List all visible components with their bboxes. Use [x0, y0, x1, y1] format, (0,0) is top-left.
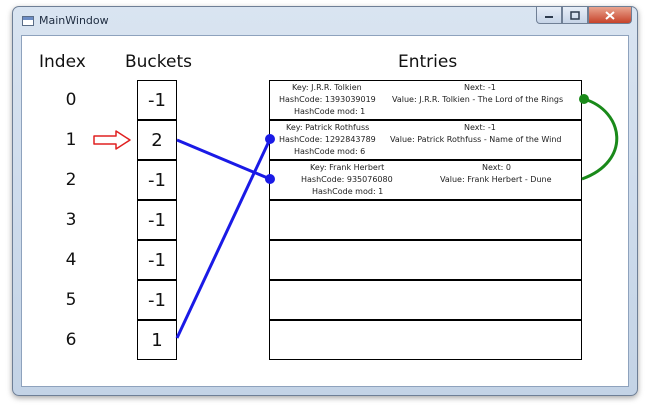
index-label: 2: [65, 170, 77, 190]
entry-cell: [269, 320, 582, 360]
entry-cell: [269, 200, 582, 240]
bucket-cell: 1: [137, 320, 177, 360]
index-label: 5: [65, 290, 77, 310]
main-window: MainWindow Index Buckets Entries 0 1 2 3…: [12, 6, 638, 396]
entries-header: Entries: [398, 52, 458, 72]
client-area: Index Buckets Entries 0 1 2 3 4 5 6 -1 2…: [21, 35, 629, 387]
entry-key: Key: J.R.R. Tolkien: [292, 83, 362, 92]
entry-next: Next: -1: [464, 123, 496, 132]
entry-next: Next: -1: [464, 83, 496, 92]
entry-cell: [269, 240, 582, 280]
maximize-button[interactable]: [562, 7, 588, 24]
minimize-icon: [545, 16, 553, 18]
index-label: 0: [65, 90, 77, 110]
index-label: 1: [65, 130, 77, 150]
bucket-cell: -1: [137, 280, 177, 320]
bucket-link-line: [175, 138, 272, 339]
entry-value: Value: J.R.R. Tolkien - The Lord of the …: [392, 95, 564, 104]
next-link-curve: [581, 97, 619, 181]
close-icon: [605, 10, 615, 20]
caption-buttons: [536, 7, 632, 26]
entry-cell: Key: Frank Herbert Next: 0 HashCode: 935…: [269, 160, 582, 200]
buckets-header: Buckets: [125, 52, 193, 72]
entry-value: Value: Frank Herbert - Dune: [440, 175, 552, 184]
entry-hashcode-mod: HashCode mod: 6: [294, 147, 366, 156]
bucket-cell: -1: [137, 160, 177, 200]
entry-next: Next: 0: [482, 163, 511, 172]
entry-hashcode: HashCode: 1292843789: [279, 135, 376, 144]
index-label: 4: [65, 250, 77, 270]
index-label: 3: [65, 210, 77, 230]
entry-hashcode-mod: HashCode mod: 1: [312, 187, 384, 196]
entry-hashcode: HashCode: 1393039019: [279, 95, 376, 104]
entry-cell: Key: J.R.R. Tolkien Next: -1 HashCode: 1…: [269, 80, 582, 120]
bucket-cell: -1: [137, 80, 177, 120]
app-icon: [22, 16, 34, 26]
minimize-button[interactable]: [536, 7, 562, 24]
entry-key: Key: Patrick Rothfuss: [286, 123, 370, 132]
entry-hashcode: HashCode: 935076080: [301, 175, 393, 184]
entry-key: Key: Frank Herbert: [310, 163, 385, 172]
index-header: Index: [39, 52, 86, 72]
entry-cell: [269, 280, 582, 320]
bucket-cell: -1: [137, 200, 177, 240]
red-arrow-icon: [93, 130, 131, 150]
close-button[interactable]: [588, 7, 632, 24]
window-title: MainWindow: [39, 14, 109, 27]
entry-hashcode-mod: HashCode mod: 1: [294, 107, 366, 116]
bucket-cell: 2: [137, 120, 177, 160]
bucket-link-line: [176, 138, 271, 181]
maximize-icon: [570, 10, 580, 20]
bucket-cell: -1: [137, 240, 177, 280]
entry-value: Value: Patrick Rothfuss - Name of the Wi…: [390, 135, 562, 144]
index-label: 6: [65, 330, 77, 350]
title-bar[interactable]: MainWindow: [13, 7, 637, 35]
entry-cell: Key: Patrick Rothfuss Next: -1 HashCode:…: [269, 120, 582, 160]
